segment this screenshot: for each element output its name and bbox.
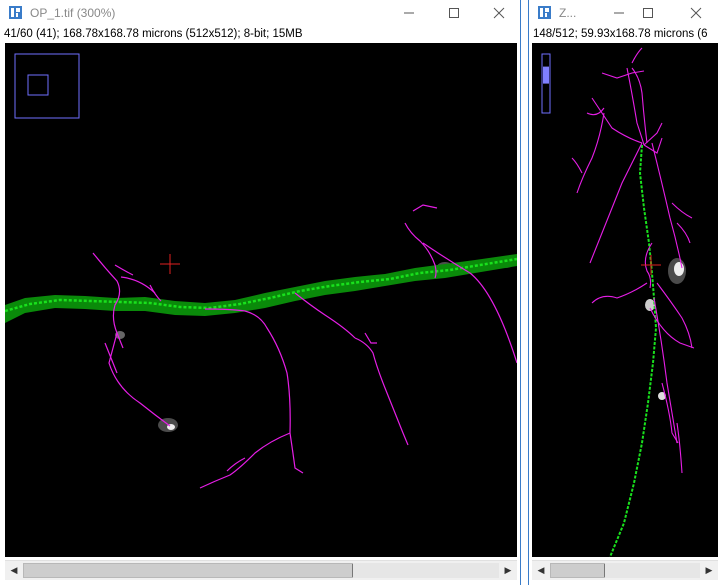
minimize-button[interactable] [394, 2, 424, 24]
horizontal-scrollbar[interactable]: ◀ ▶ [5, 560, 517, 580]
scroll-right-button[interactable]: ▶ [501, 563, 515, 578]
main-trace [609, 144, 658, 557]
maximize-button[interactable] [439, 2, 469, 24]
scroll-left-button[interactable]: ◀ [7, 563, 21, 578]
zoom-navigator-viewport [27, 74, 49, 96]
maximize-icon [449, 8, 459, 18]
window-title: OP_1.tif (300%) [30, 6, 116, 20]
minimize-icon [404, 12, 414, 14]
scroll-thumb[interactable] [23, 563, 353, 578]
image-info: 148/512; 59.93x168.78 microns (6 [533, 28, 708, 40]
zoom-navigator [14, 53, 80, 119]
cell-body-blob [674, 262, 684, 276]
image-window-zproject[interactable]: Z... 148/512; 59.93x168.78 microns (6 ◀ … [528, 0, 719, 585]
imagej-icon [538, 6, 551, 19]
scroll-slice-marker [604, 564, 605, 577]
scroll-right-arrow-icon: ▶ [705, 565, 713, 575]
maximize-button[interactable] [633, 2, 663, 24]
minimize-button[interactable] [604, 2, 634, 24]
image-window-main[interactable]: OP_1.tif (300%) 41/60 (41); 168.78x168.7… [0, 0, 521, 585]
neuron-trace-view [5, 53, 517, 489]
branch-traces [92, 204, 517, 489]
scroll-left-button[interactable]: ◀ [534, 563, 548, 578]
window-gap [521, 0, 528, 585]
scroll-right-button[interactable]: ▶ [702, 563, 716, 578]
crosshair-icon [641, 255, 661, 275]
image-canvas[interactable] [5, 43, 517, 557]
scroll-right-arrow-icon: ▶ [504, 565, 512, 575]
close-icon [690, 7, 702, 19]
crosshair-icon [160, 254, 180, 274]
image-info: 41/60 (41); 168.78x168.78 microns (512x5… [4, 28, 303, 40]
imagej-icon [9, 6, 22, 19]
close-button[interactable] [681, 2, 711, 24]
side-projection-view [541, 47, 695, 557]
scroll-thumb[interactable] [550, 563, 605, 578]
title-bar[interactable]: OP_1.tif (300%) [0, 0, 520, 26]
image-canvas[interactable] [532, 43, 718, 557]
close-button[interactable] [484, 2, 514, 24]
scroll-left-arrow-icon: ◀ [10, 565, 18, 575]
zoom-navigator-viewport [543, 66, 549, 84]
title-bar[interactable]: Z... [529, 0, 719, 26]
scroll-left-arrow-icon: ◀ [537, 565, 545, 575]
maximize-icon [643, 8, 653, 18]
minimize-icon [614, 12, 624, 14]
scroll-slice-marker [352, 564, 353, 577]
horizontal-scrollbar[interactable]: ◀ ▶ [532, 560, 718, 580]
close-icon [493, 7, 505, 19]
window-title: Z... [559, 6, 577, 20]
